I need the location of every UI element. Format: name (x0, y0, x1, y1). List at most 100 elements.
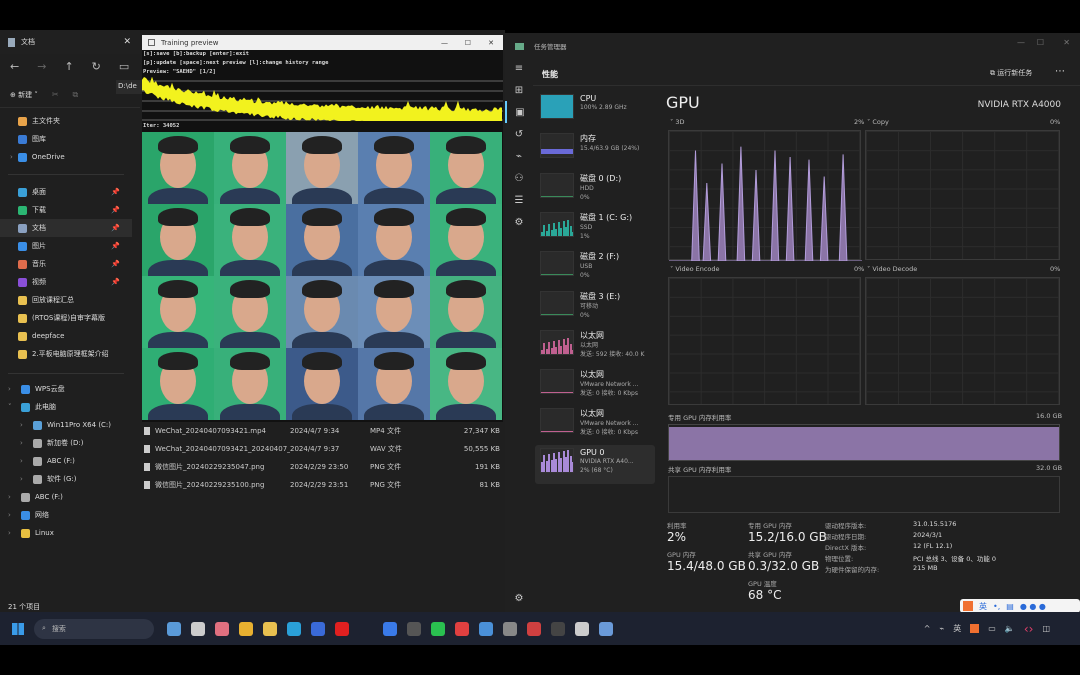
details-icon[interactable]: ☰ (505, 189, 533, 211)
users-icon[interactable]: ⚇ (505, 167, 533, 189)
chevron-right-icon[interactable]: › (20, 439, 28, 447)
chevron-right-icon[interactable]: › (20, 457, 28, 465)
feishu-taskbar-icon[interactable] (383, 621, 397, 636)
computer-icon[interactable]: ▭ (119, 60, 129, 73)
pin-icon[interactable]: 📌 (111, 278, 120, 286)
maximize-button[interactable]: ☐ (465, 39, 471, 47)
vm-taskbar-icon[interactable] (479, 621, 493, 636)
wechat-taskbar-icon[interactable] (431, 621, 445, 636)
pinned-item[interactable]: 下载 📌 (0, 201, 132, 219)
pin-icon[interactable]: 📌 (111, 224, 120, 232)
pin-icon[interactable]: 📌 (111, 206, 120, 214)
task-manager-taskbar-icon[interactable] (575, 621, 589, 636)
terminal-taskbar-icon[interactable] (551, 621, 565, 636)
close-tab-icon[interactable]: ✕ (123, 37, 131, 47)
chevron-up-icon[interactable]: ^ (924, 624, 931, 633)
file-row[interactable]: 微信图片_20240229235100.png 2024/2/29 23:51 PN… (142, 476, 502, 494)
chevron-right-icon[interactable]: › (8, 493, 16, 501)
startup-icon[interactable]: ⌁ (505, 145, 533, 167)
run-new-task-button[interactable]: ⧉ 运行新任务 (990, 68, 1032, 78)
pinned-item[interactable]: 文档 📌 (0, 219, 132, 237)
network-icon[interactable]: ⌁ (939, 624, 944, 633)
ime-toolbar[interactable]: 英 •, ▤ ● ● ● (960, 599, 1080, 613)
youtube-taskbar-icon[interactable] (335, 621, 349, 636)
resource-item[interactable]: 内存 15.4/63.9 GB (24%) (535, 130, 655, 169)
tree-item[interactable]: › 新加卷 (D:) (0, 434, 132, 452)
dots-taskbar-icon[interactable] (359, 621, 373, 636)
resource-item[interactable]: 以太网 VMware Network ... 发送: 0 接收: 0 Kbps (535, 405, 655, 444)
pin-icon[interactable]: 📌 (111, 188, 120, 196)
copy-label[interactable]: ˅ Copy (867, 118, 889, 126)
file-row[interactable]: WeChat_20240407093421_20240407_... 2024/4… (142, 440, 502, 458)
nav-item[interactable]: › OneDrive (0, 148, 132, 166)
resource-item[interactable]: 磁盘 0 (D:) HDD 0% (535, 170, 655, 209)
folder-item[interactable]: (RTOS课程)自审字幕版 (0, 309, 132, 327)
video-encode-label[interactable]: ˅ Video Encode (670, 265, 720, 273)
close-button[interactable]: ✕ (488, 39, 494, 47)
tree-item[interactable]: › Linux (0, 524, 132, 542)
chevron-right-icon[interactable]: › (20, 475, 28, 483)
services-icon[interactable]: ⚙ (505, 211, 533, 233)
search-box[interactable]: ⌕ 搜索 (34, 618, 154, 639)
edge-taskbar-icon[interactable] (287, 621, 301, 636)
minimize-button[interactable]: — (441, 39, 448, 47)
file-row[interactable]: 微信图片_20240229235047.png 2024/2/29 23:50 PN… (142, 458, 502, 476)
notification-icon[interactable]: ◫ (1042, 624, 1050, 633)
pinned-item[interactable]: 图片 📌 (0, 237, 132, 255)
chevron-right-icon[interactable]: › (8, 529, 16, 537)
start-icon[interactable] (12, 622, 24, 635)
back-icon[interactable]: ← (10, 60, 19, 73)
cut-icon[interactable]: ✂ (52, 90, 59, 99)
chevron-right-icon[interactable]: › (8, 511, 16, 519)
file-row[interactable]: WeChat_20240407093421.mp4 2024/4/7 9:34 MP… (142, 422, 502, 440)
tree-item[interactable]: › Win11Pro X64 (C:) (0, 416, 132, 434)
app-history-icon[interactable]: ↺ (505, 123, 533, 145)
notify-taskbar-icon[interactable] (215, 621, 229, 636)
tree-item[interactable]: › 软件 (G:) (0, 470, 132, 488)
folder-item[interactable]: 回放课程汇总 (0, 291, 132, 309)
notepad-taskbar-icon[interactable] (599, 621, 613, 636)
processes-icon[interactable]: ⊞ (505, 79, 533, 101)
powershell-taskbar-icon[interactable] (311, 621, 325, 636)
chevron-right-icon[interactable]: › (8, 385, 16, 393)
explorer-tab[interactable]: 文档 ✕ (0, 30, 140, 54)
tree-item[interactable]: › ABC (F:) (0, 488, 132, 506)
nav-item[interactable]: 图库 (0, 130, 132, 148)
tree-item[interactable]: ˅ 此电脑 (0, 398, 132, 416)
pin-icon[interactable]: 📌 (111, 242, 120, 250)
app-red-taskbar-icon[interactable] (455, 621, 469, 636)
resource-item[interactable]: 以太网 以太网 发送: 592 接收: 40.0 K (535, 327, 655, 366)
forward-icon[interactable]: → (37, 60, 46, 73)
new-button[interactable]: ⊕ 新建 ˅ (10, 90, 38, 100)
performance-icon[interactable]: ▣ (505, 101, 533, 123)
explorer-taskbar-icon[interactable] (263, 621, 277, 636)
3d-label[interactable]: ˅ 3D (670, 118, 684, 126)
resource-item[interactable]: CPU 100% 2.89 GHz (535, 91, 655, 130)
copy-icon[interactable]: ⧉ (73, 90, 79, 100)
resource-item[interactable]: 磁盘 2 (F:) USB 0% (535, 248, 655, 287)
ime-logo-tray-icon[interactable] (970, 624, 980, 633)
minimize-button[interactable]: — (1017, 38, 1025, 47)
close-button[interactable]: ✕ (1063, 38, 1070, 47)
tree-item[interactable]: › WPS云盘 (0, 380, 132, 398)
tree-item[interactable]: › 网络 (0, 506, 132, 524)
maximize-button[interactable]: ☐ (1037, 38, 1044, 47)
resource-item[interactable]: 以太网 VMware Network ... 发送: 0 接收: 0 Kbps (535, 366, 655, 405)
nav-item[interactable]: 主文件夹 (0, 112, 132, 130)
files-taskbar-icon[interactable] (191, 621, 205, 636)
folder-item[interactable]: deepface (0, 327, 132, 345)
clapper-taskbar-icon[interactable] (503, 621, 517, 636)
refresh-icon[interactable]: ↻ (92, 60, 101, 73)
display-icon[interactable]: ▭ (988, 624, 996, 633)
chevron-right-icon[interactable]: › (20, 421, 28, 429)
app-taskbar-icon[interactable] (527, 621, 541, 636)
pinned-item[interactable]: 音乐 📌 (0, 255, 132, 273)
resource-item[interactable]: 磁盘 3 (E:) 可移动 0% (535, 288, 655, 327)
tree-item[interactable]: › ABC (F:) (0, 452, 132, 470)
widgets-taskbar-icon[interactable] (167, 621, 181, 636)
up-icon[interactable]: ↑ (64, 60, 73, 73)
pin-icon[interactable]: 📌 (111, 260, 120, 268)
volume-icon[interactable]: 🔈 (1005, 624, 1015, 633)
video-decode-label[interactable]: ˅ Video Decode (867, 265, 917, 273)
more-options-icon[interactable]: ⋯ (1055, 66, 1065, 77)
